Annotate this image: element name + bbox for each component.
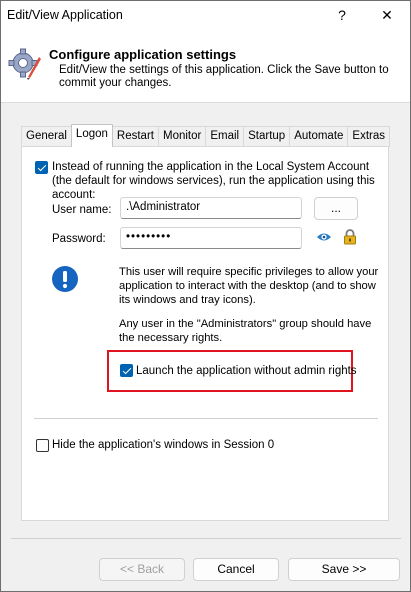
tab-startup[interactable]: Startup xyxy=(243,126,291,147)
title-bar: Edit/View Application ? ✕ xyxy=(1,1,410,29)
hide-windows-checkbox[interactable] xyxy=(36,439,49,452)
lock-icon[interactable] xyxy=(343,229,357,245)
show-password-eye-icon[interactable] xyxy=(316,231,332,243)
info-exclamation-icon xyxy=(52,266,78,292)
footer-divider xyxy=(11,538,401,539)
browse-button[interactable]: ... xyxy=(314,197,358,220)
dialog-window: Edit/View Application ? ✕ Configure appl… xyxy=(0,0,411,592)
launch-without-admin-label: Launch the application without admin rig… xyxy=(136,365,357,377)
panel-divider xyxy=(34,418,378,419)
close-button[interactable]: ✕ xyxy=(364,1,410,29)
tab-logon[interactable]: Logon xyxy=(70,124,113,147)
tab-monitor[interactable]: Monitor xyxy=(157,126,207,147)
tab-automate[interactable]: Automate xyxy=(289,126,349,147)
tab-strip: General Logon Restart Monitor Email Star… xyxy=(21,124,391,147)
header-description: Edit/View the settings of this applicati… xyxy=(59,64,389,89)
tab-general[interactable]: General xyxy=(21,126,72,147)
privileges-info-text: This user will require specific privileg… xyxy=(119,266,379,306)
tab-email[interactable]: Email xyxy=(205,126,245,147)
header-banner: Configure application settings Edit/View… xyxy=(1,29,410,103)
tab-restart[interactable]: Restart xyxy=(111,126,159,147)
run-as-checkbox[interactable] xyxy=(35,161,48,174)
logon-panel: Instead of running the application in th… xyxy=(21,146,389,521)
username-label: User name: xyxy=(52,204,112,216)
window-title: Edit/View Application xyxy=(7,8,123,22)
administrators-info-text: Any user in the "Administrators" group s… xyxy=(119,318,372,344)
header-title: Configure application settings xyxy=(49,47,237,62)
launch-without-admin-checkbox[interactable] xyxy=(120,364,133,377)
save-button[interactable]: Save >> xyxy=(288,558,400,581)
cancel-button[interactable]: Cancel xyxy=(193,558,279,581)
run-as-label: Instead of running the application in th… xyxy=(52,161,375,201)
hide-windows-label: Hide the application's windows in Sessio… xyxy=(52,439,275,451)
password-input[interactable]: ••••••••• xyxy=(120,227,302,249)
username-input[interactable]: .\Administrator xyxy=(120,197,302,219)
help-button[interactable]: ? xyxy=(319,1,365,29)
settings-gear-icon xyxy=(8,48,41,80)
password-label: Password: xyxy=(52,233,106,245)
back-button[interactable]: << Back xyxy=(99,558,185,581)
tab-extras[interactable]: Extras xyxy=(347,126,391,147)
